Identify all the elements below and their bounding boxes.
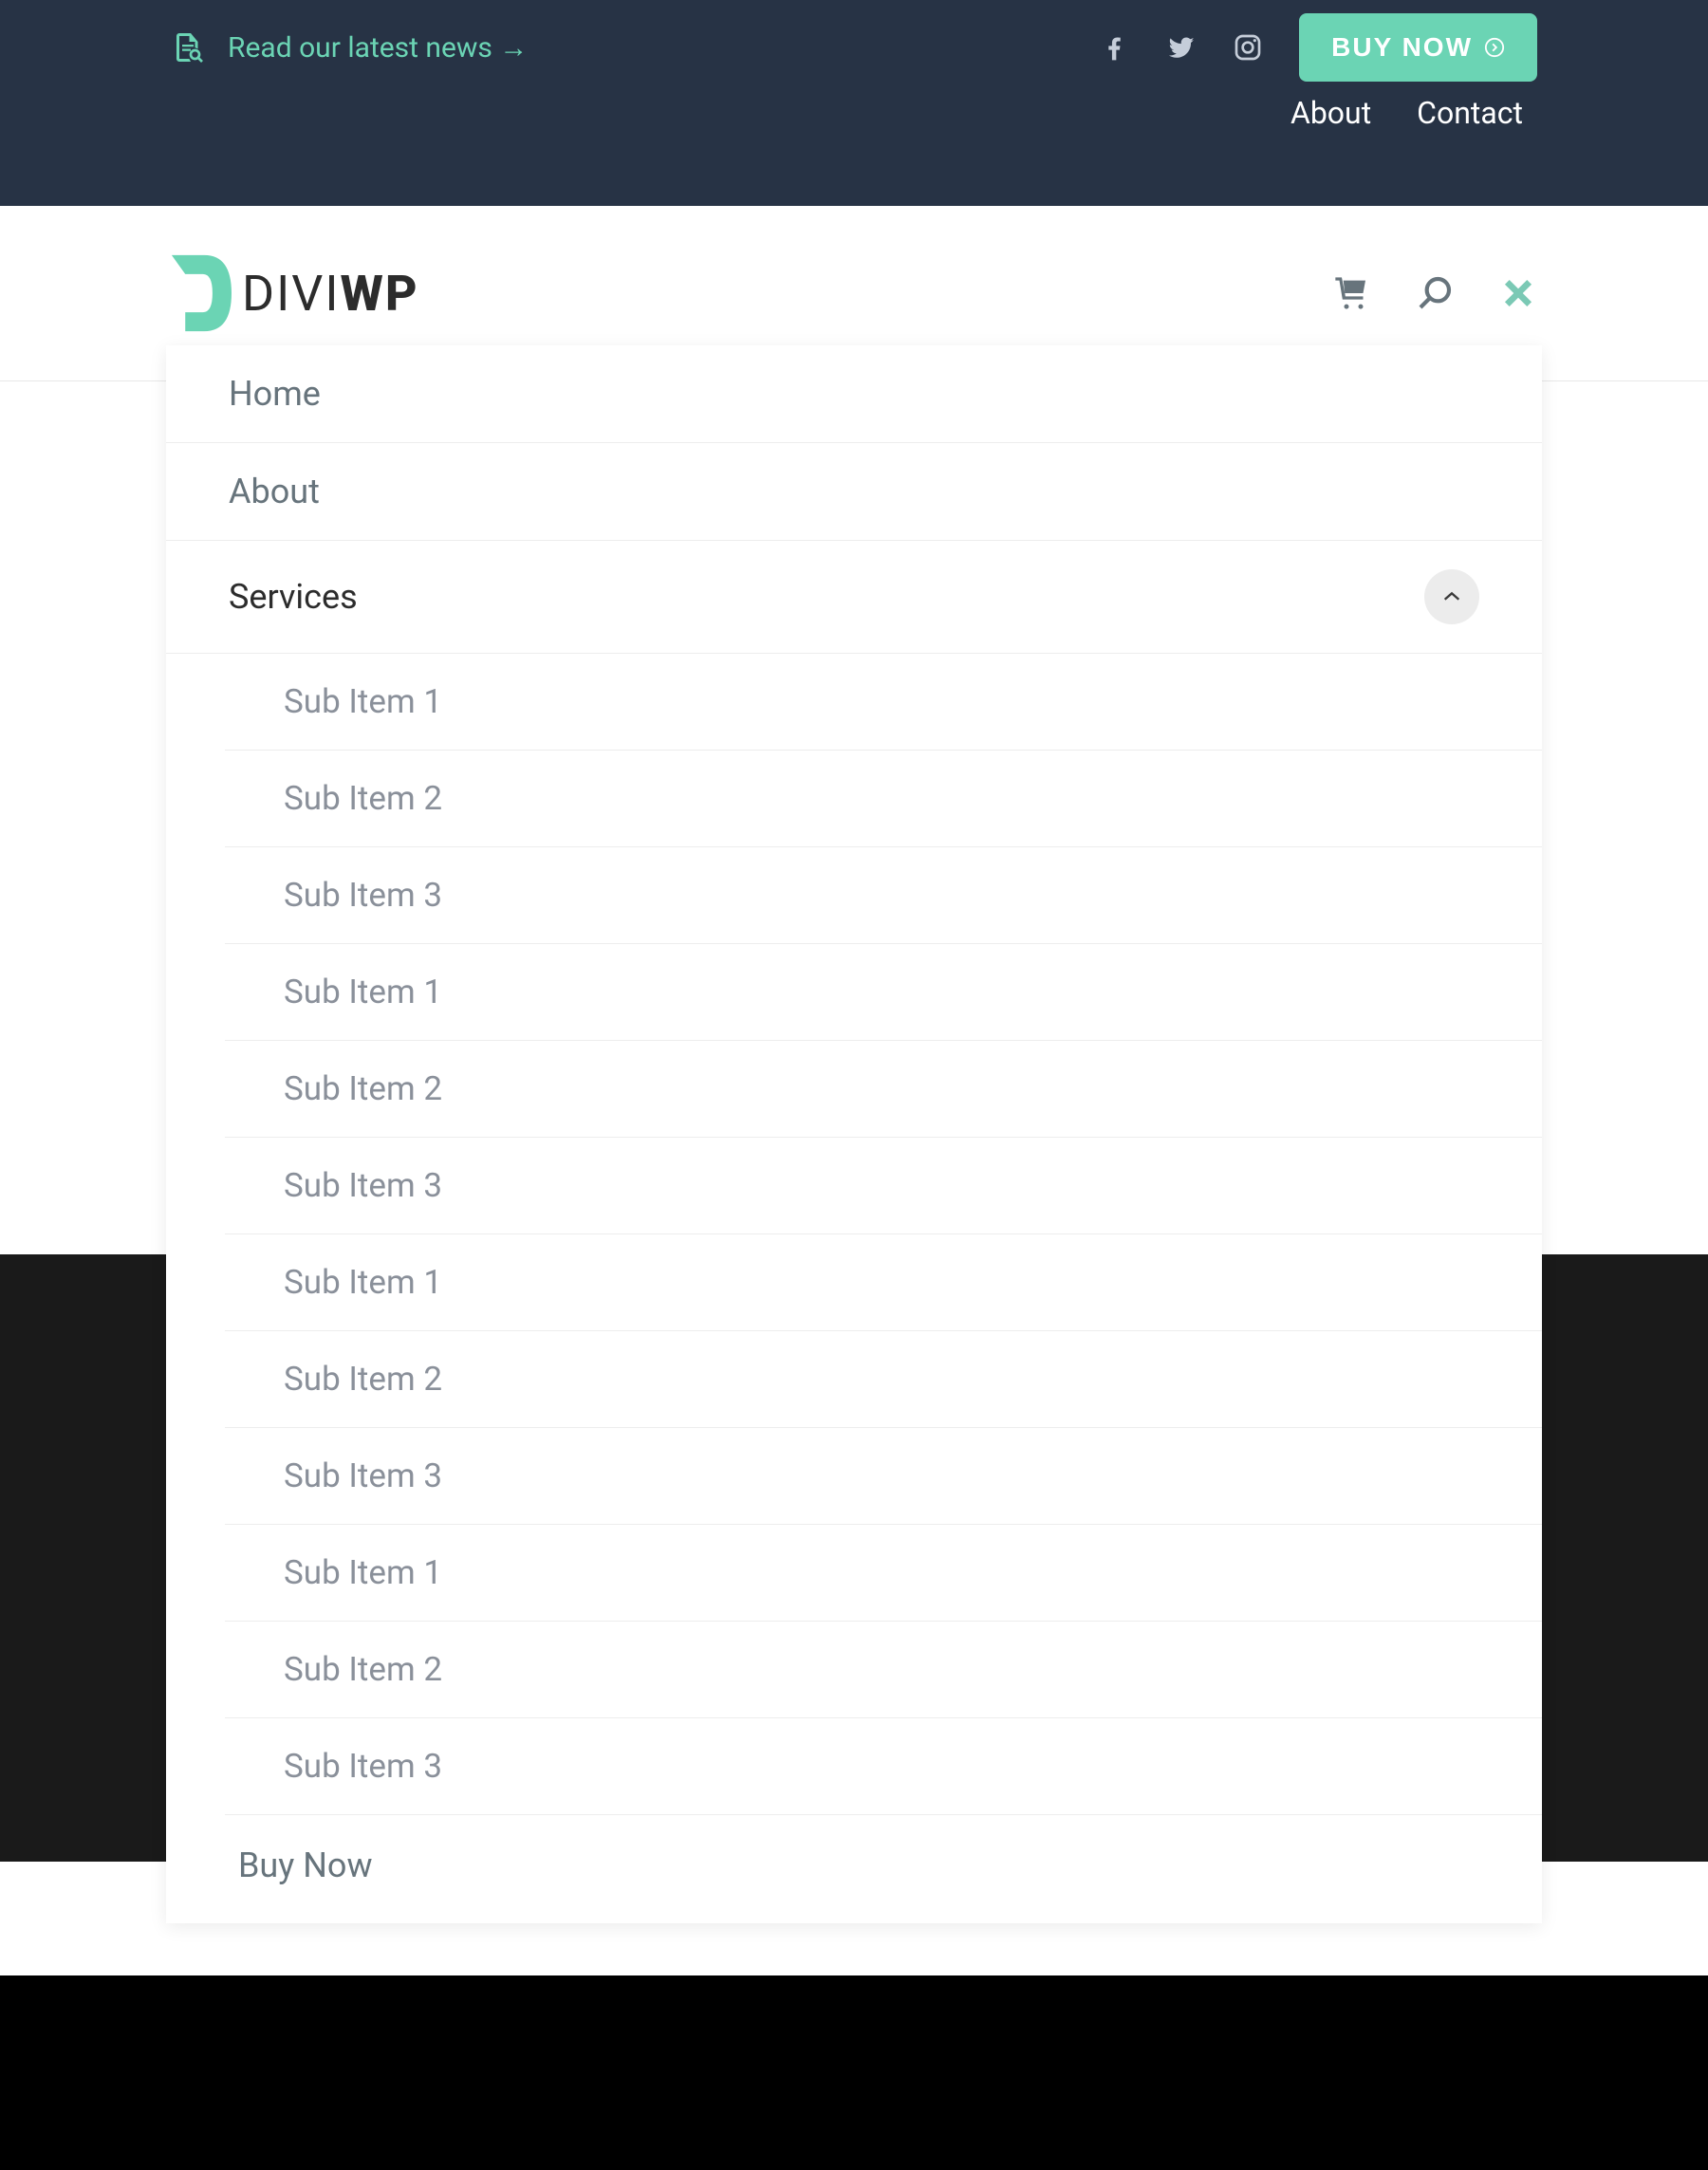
chevron-up-icon (1441, 590, 1462, 603)
sub-item[interactable]: Sub Item 2 (225, 1622, 1542, 1718)
menu-item-label: Services (229, 577, 358, 617)
search-icon[interactable] (1416, 274, 1454, 312)
sub-item[interactable]: Sub Item 2 (225, 1041, 1542, 1138)
mobile-menu: Home About Services Sub Item 1 Sub Item … (166, 345, 1542, 1923)
sub-item[interactable]: Sub Item 1 (225, 654, 1542, 751)
logo-text: DIVIWP (242, 265, 419, 323)
top-bar-left: Read our latest news → (171, 30, 528, 65)
buy-now-button-label: BUY NOW (1331, 32, 1473, 63)
menu-item-label: About (229, 472, 320, 511)
menu-item-about[interactable]: About (166, 443, 1542, 541)
sub-item[interactable]: Sub Item 1 (225, 944, 1542, 1041)
facebook-icon[interactable] (1100, 32, 1130, 63)
menu-item-services[interactable]: Services (166, 541, 1542, 654)
sub-item[interactable]: Sub Item 3 (225, 1138, 1542, 1234)
menu-item-home[interactable]: Home (166, 345, 1542, 443)
sub-item[interactable]: Sub Item 3 (225, 1428, 1542, 1525)
sub-menu-services: Sub Item 1 Sub Item 2 Sub Item 3 Sub Ite… (166, 654, 1542, 1815)
top-nav-about[interactable]: About (1290, 95, 1371, 131)
arrow-circle-icon (1484, 37, 1505, 58)
buy-now-button[interactable]: BUY NOW (1299, 13, 1537, 82)
header-icons (1332, 274, 1537, 312)
sub-item[interactable]: Sub Item 3 (225, 847, 1542, 944)
logo-mark-icon (166, 252, 234, 334)
news-link[interactable]: Read our latest news → (228, 31, 528, 65)
top-bar-row-2: About Contact (171, 95, 1537, 131)
sub-item[interactable]: Sub Item 1 (225, 1234, 1542, 1331)
close-icon[interactable] (1499, 274, 1537, 312)
content-area: Home About Services Sub Item 1 Sub Item … (0, 381, 1708, 2170)
top-bar: Read our latest news → BUY NOW (0, 0, 1708, 206)
top-nav-contact[interactable]: Contact (1417, 95, 1523, 131)
logo-text-light: DIVI (242, 265, 341, 323)
top-bar-row-1: Read our latest news → BUY NOW (171, 0, 1537, 95)
sub-item[interactable]: Sub Item 2 (225, 1331, 1542, 1428)
sub-item[interactable]: Sub Item 1 (225, 1525, 1542, 1622)
logo[interactable]: DIVIWP (166, 252, 419, 334)
document-search-icon (171, 30, 205, 65)
top-bar-right: BUY NOW (1100, 13, 1537, 82)
menu-item-label: Buy Now (238, 1845, 373, 1885)
cart-icon[interactable] (1332, 274, 1370, 312)
sub-item[interactable]: Sub Item 3 (225, 1718, 1542, 1815)
menu-item-label: Home (229, 374, 321, 414)
collapse-toggle[interactable] (1424, 569, 1479, 624)
menu-item-buy-now[interactable]: Buy Now (166, 1815, 1542, 1923)
twitter-icon[interactable] (1166, 32, 1197, 63)
sub-item[interactable]: Sub Item 2 (225, 751, 1542, 847)
dark-band-footer (0, 1975, 1708, 2170)
logo-text-bold: WP (341, 265, 419, 323)
instagram-icon[interactable] (1233, 32, 1263, 63)
